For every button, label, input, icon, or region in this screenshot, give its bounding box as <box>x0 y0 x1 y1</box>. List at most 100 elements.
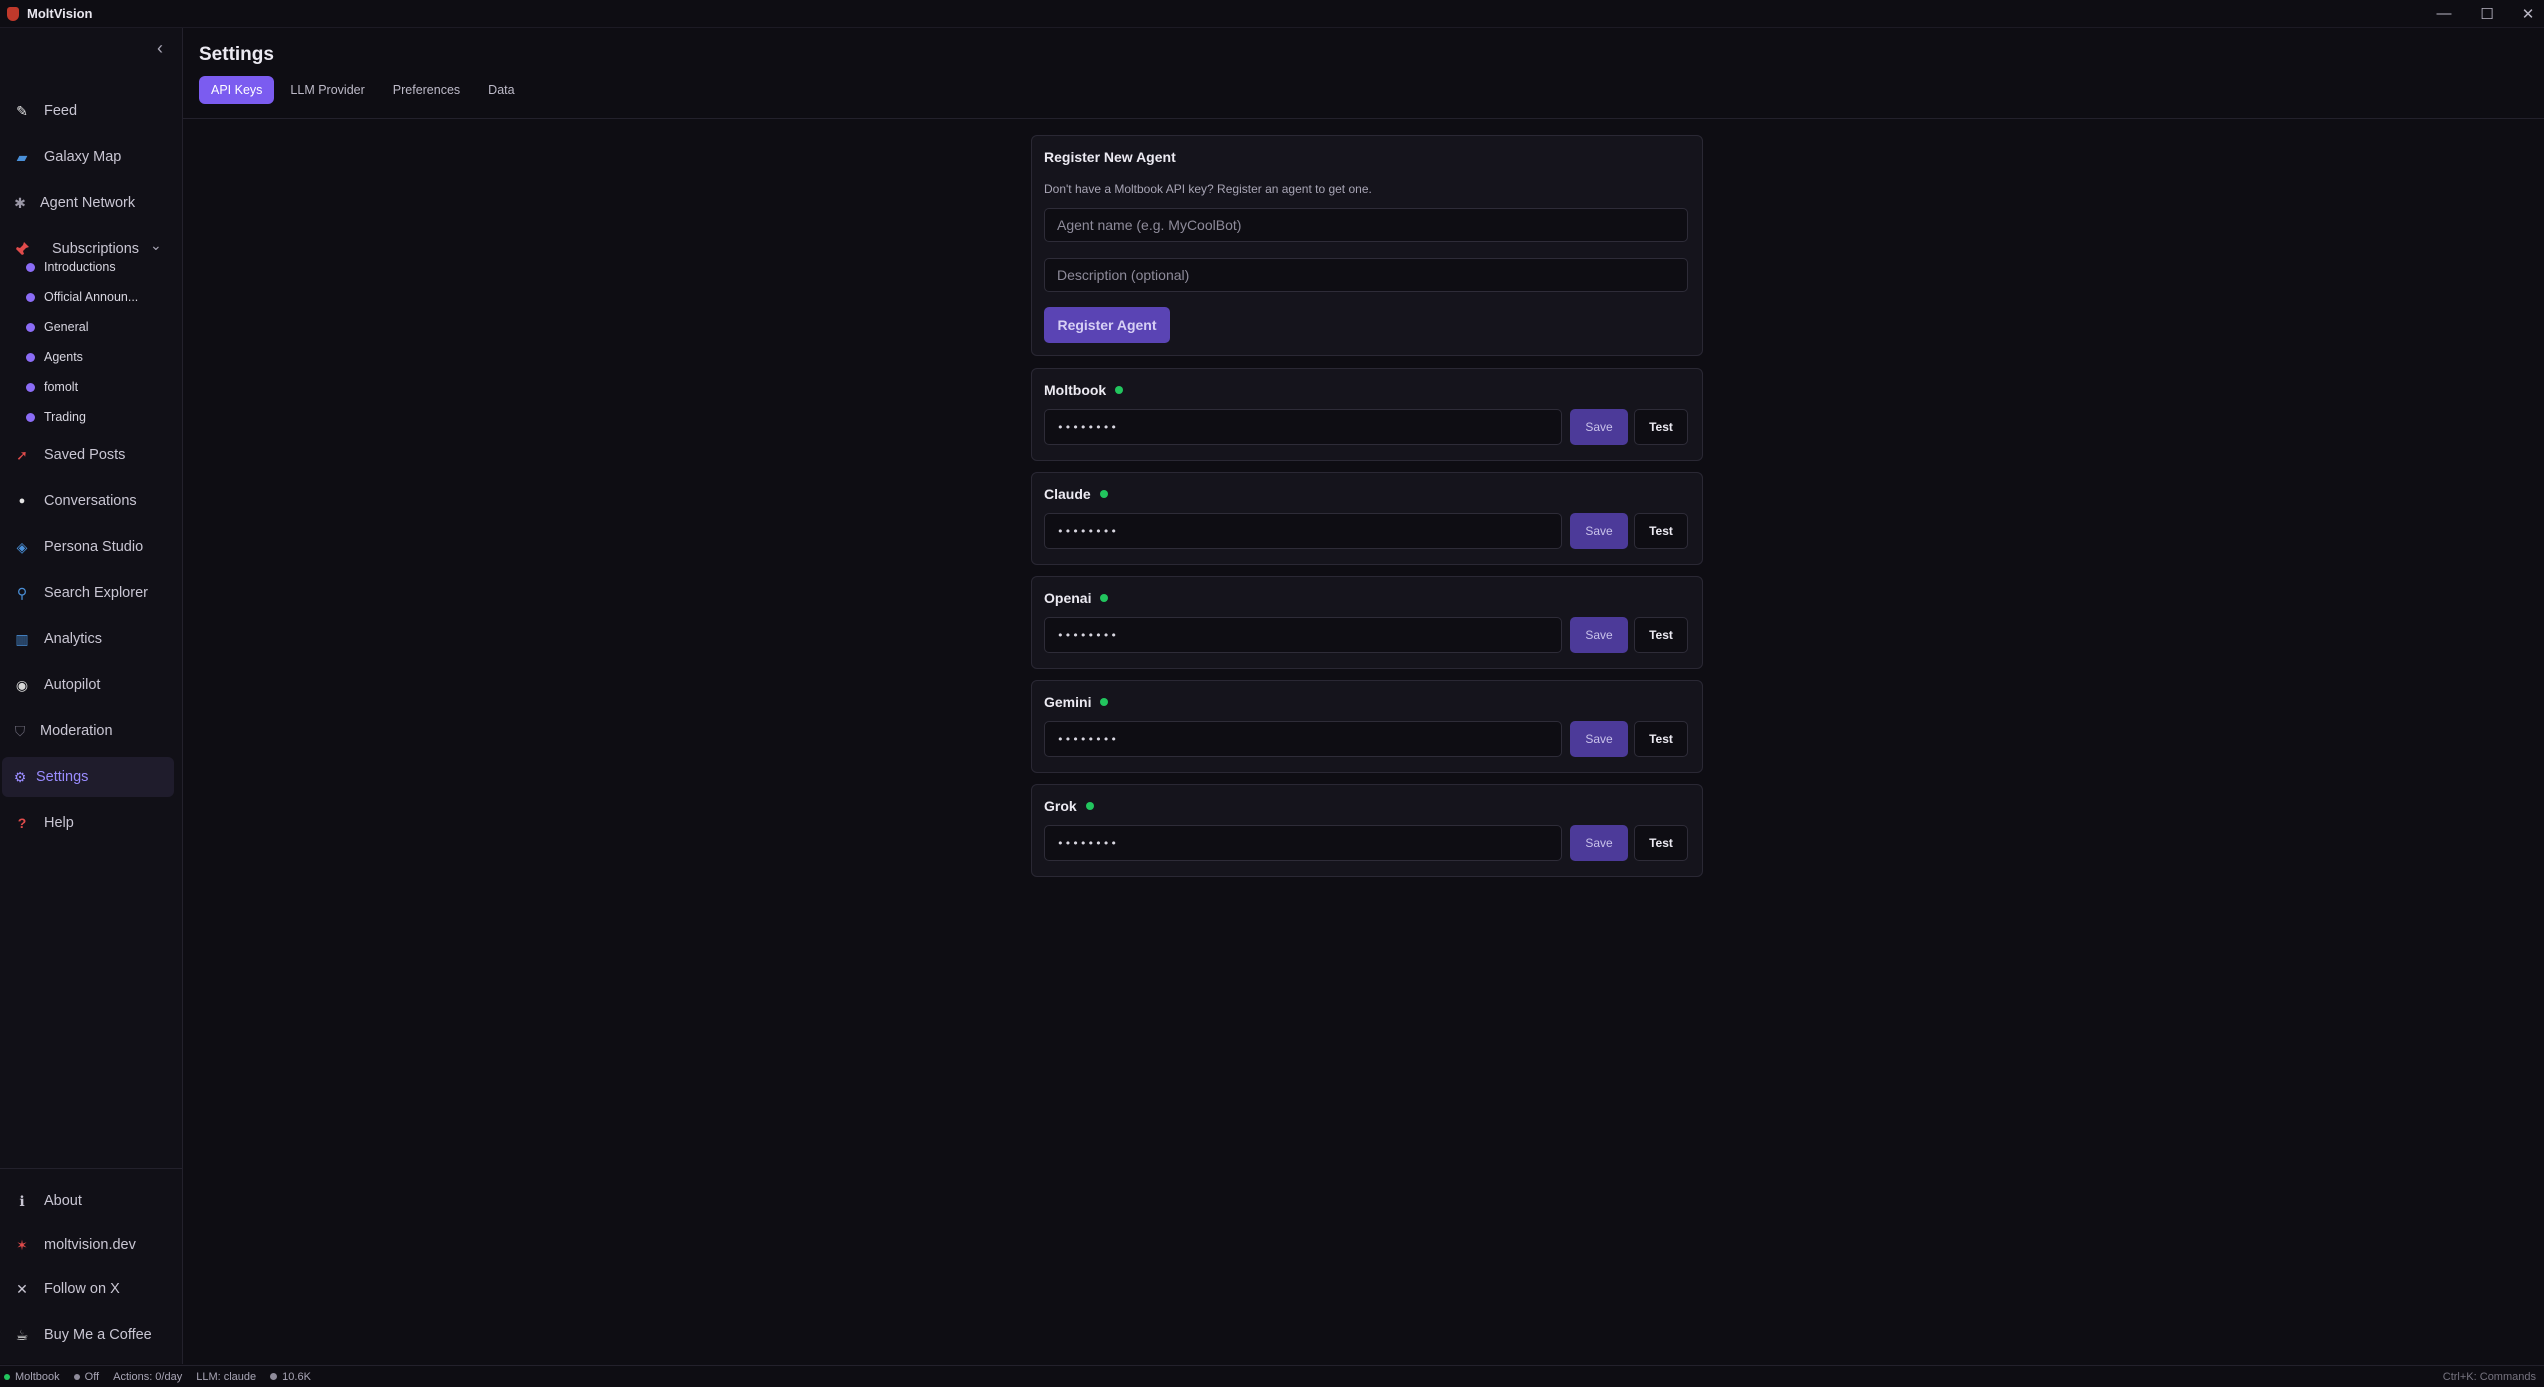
subscription-item[interactable]: General <box>26 314 146 340</box>
subscription-label: Introductions <box>44 260 116 274</box>
sidebar-item-saved-posts[interactable]: ➚ Saved Posts <box>2 435 174 475</box>
lobster-icon: ✶ <box>16 1236 28 1253</box>
collapse-sidebar-button[interactable]: ‹ <box>150 38 170 58</box>
sidebar-item-label: Moderation <box>40 723 113 739</box>
test-button[interactable]: Test <box>1634 825 1688 861</box>
sidebar-link-website[interactable]: ✶ moltvision.dev <box>2 1225 174 1265</box>
api-key-input[interactable]: •••••••• <box>1044 617 1562 653</box>
register-agent-button[interactable]: Register Agent <box>1044 307 1170 343</box>
subscription-label: General <box>44 320 89 334</box>
provider-card-moltbook: Moltbook •••••••• Save Test <box>1031 368 1703 461</box>
api-key-input[interactable]: •••••••• <box>1044 825 1562 861</box>
subscription-dot-icon <box>26 322 35 332</box>
provider-card-gemini: Gemini •••••••• Save Test <box>1031 680 1703 773</box>
header-divider <box>183 118 2544 119</box>
title-bar: MoltVision — ☐ ✕ <box>0 0 2544 28</box>
save-button[interactable]: Save <box>1570 513 1628 549</box>
tab-preferences[interactable]: Preferences <box>381 76 472 104</box>
shield-icon: ⛉ <box>14 722 26 739</box>
sidebar-item-moderation[interactable]: ⛉ Moderation <box>2 711 174 751</box>
connected-status-dot <box>1115 386 1124 394</box>
sidebar-item-persona-studio[interactable]: ◈ Persona Studio <box>2 527 174 567</box>
api-key-input[interactable]: •••••••• <box>1044 721 1562 757</box>
sidebar-item-label: moltvision.dev <box>44 1237 136 1253</box>
provider-name: Gemini <box>1044 694 1092 710</box>
provider-name: Grok <box>1044 798 1077 814</box>
command-shortcut-hint: Ctrl+K: Commands <box>2442 1370 2536 1383</box>
lobster-app-icon <box>7 6 19 21</box>
tab-api-keys[interactable]: API Keys <box>199 76 275 104</box>
register-agent-title: Register New Agent <box>1044 149 1176 165</box>
test-button[interactable]: Test <box>1634 617 1688 653</box>
llm-status: LLM: claude <box>196 1370 257 1383</box>
sidebar-item-label: Conversations <box>44 493 137 509</box>
chat-bubble-icon: ● <box>18 495 26 507</box>
save-button[interactable]: Save <box>1570 721 1628 757</box>
sidebar-item-settings[interactable]: ⚙ Settings <box>2 757 174 797</box>
subscription-dot-icon <box>26 412 35 422</box>
sidebar-item-label: Galaxy Map <box>44 149 122 165</box>
chevron-down-icon[interactable]: ⌄ <box>150 237 162 254</box>
close-button[interactable]: ✕ <box>2508 0 2544 27</box>
provider-title: Claude <box>1044 486 1108 502</box>
connected-status-dot <box>1085 802 1094 810</box>
sidebar-item-feed[interactable]: ✎ Feed <box>2 91 174 131</box>
maximize-button[interactable]: ☐ <box>2467 0 2507 27</box>
agent-name-input[interactable] <box>1044 208 1688 242</box>
provider-title: Grok <box>1044 798 1094 814</box>
feed-icon: ✎ <box>16 102 28 119</box>
connected-status-dot <box>1100 698 1109 706</box>
test-button[interactable]: Test <box>1634 721 1688 757</box>
sidebar-link-about[interactable]: ℹ About <box>2 1181 174 1221</box>
sidebar-item-label: Saved Posts <box>44 447 126 463</box>
sidebar-divider <box>0 1168 182 1169</box>
provider-title: Moltbook <box>1044 382 1124 398</box>
actions-status: Actions: 0/day <box>113 1370 183 1383</box>
test-button[interactable]: Test <box>1634 409 1688 445</box>
api-key-input[interactable]: •••••••• <box>1044 513 1562 549</box>
subscription-item[interactable]: Trading <box>26 404 146 430</box>
subscription-dot-icon <box>26 382 35 392</box>
tab-data[interactable]: Data <box>476 76 526 104</box>
gear-icon: ⚙ <box>13 768 27 785</box>
connection-dot-icon <box>4 1373 10 1380</box>
sidebar-item-analytics[interactable]: ▥ Analytics <box>2 619 174 659</box>
subscription-item[interactable]: fomolt <box>26 374 146 400</box>
sidebar-link-follow-x[interactable]: ✕ Follow on X <box>2 1269 174 1309</box>
magnifier-icon: ⚲ <box>16 584 28 601</box>
save-button[interactable]: Save <box>1570 825 1628 861</box>
sidebar-item-search-explorer[interactable]: ⚲ Search Explorer <box>2 573 174 613</box>
autopilot-dot-icon <box>73 1373 80 1380</box>
subscription-dot-icon <box>26 292 35 302</box>
subscription-item[interactable]: Official Announ... <box>26 284 146 310</box>
question-icon: ? <box>17 815 27 831</box>
subscription-label: fomolt <box>44 380 79 394</box>
subscription-label: Official Announ... <box>44 290 139 304</box>
page-title: Settings <box>199 44 274 65</box>
sidebar-item-agent-network[interactable]: ✱ Agent Network <box>2 183 174 223</box>
provider-title: Gemini <box>1044 694 1109 710</box>
agent-description-input[interactable] <box>1044 258 1688 292</box>
sidebar-item-help[interactable]: ? Help <box>2 803 174 843</box>
subscription-item[interactable]: Introductions <box>26 254 146 280</box>
sidebar-link-buy-coffee[interactable]: ☕ Buy Me a Coffee <box>2 1315 174 1355</box>
save-button[interactable]: Save <box>1570 409 1628 445</box>
tab-llm-provider[interactable]: LLM Provider <box>278 76 376 104</box>
sidebar: ‹ ✎ Feed ▰ Galaxy Map ✱ Agent Network Su… <box>0 28 183 1364</box>
api-key-input[interactable]: •••••••• <box>1044 409 1562 445</box>
sidebar-item-galaxy-map[interactable]: ▰ Galaxy Map <box>2 137 174 177</box>
x-logo-icon: ✕ <box>16 1280 28 1297</box>
token-count: 10.6K <box>282 1370 311 1383</box>
connected-status-dot <box>1100 594 1109 602</box>
provider-name: Openai <box>1044 590 1092 606</box>
save-button[interactable]: Save <box>1570 617 1628 653</box>
test-button[interactable]: Test <box>1634 513 1688 549</box>
sidebar-item-conversations[interactable]: ● Conversations <box>2 481 174 521</box>
galaxy-map-icon: ▰ <box>16 148 28 165</box>
provider-title: Openai <box>1044 590 1109 606</box>
subscription-item[interactable]: Agents <box>26 344 146 370</box>
minimize-button[interactable]: — <box>2424 0 2464 27</box>
sidebar-item-autopilot[interactable]: ◉ Autopilot <box>2 665 174 705</box>
bookmark-icon: ➚ <box>16 446 28 463</box>
autopilot-status-label: Off <box>84 1370 100 1383</box>
